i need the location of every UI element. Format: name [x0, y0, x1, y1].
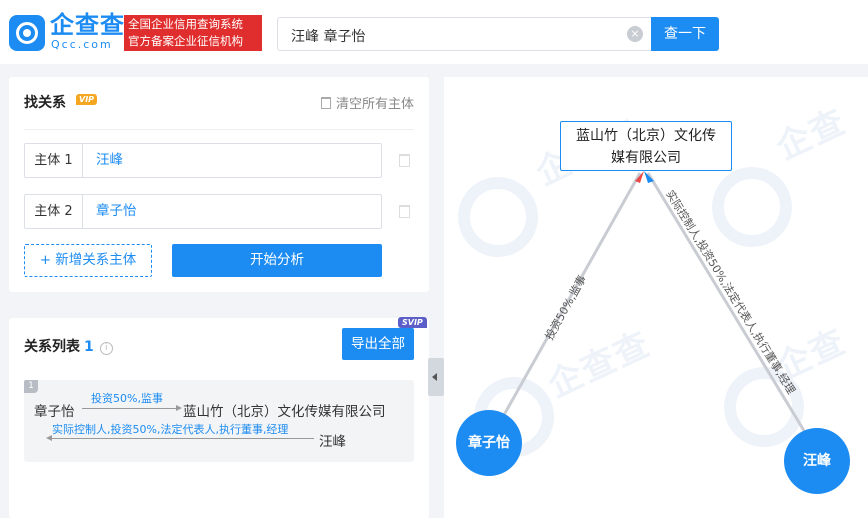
- person-node-zhangziyi[interactable]: 章子怡: [456, 410, 522, 476]
- relation-label-1: 投资50%,监事: [91, 392, 163, 405]
- relation-graph[interactable]: 企查查 企查 企查查 企查 蓝山竹（北京）文化传 媒有限公司 投资50%,监事 …: [444, 77, 868, 518]
- find-relation-panel: 找关系 VIP 清空所有主体 主体 1 汪峰 主体 2 章子怡 + 新增关系主体…: [9, 77, 429, 292]
- add-entity-button[interactable]: + 新增关系主体: [24, 244, 152, 277]
- arrow-line: [50, 438, 314, 439]
- relation-count: 1: [84, 339, 94, 355]
- delete-entity-icon[interactable]: [399, 154, 410, 167]
- top-header: 企查查 Qcc.com 全国企业信用查询系统 官方备案企业征信机构 汪峰 章子怡…: [0, 0, 868, 64]
- entity-value[interactable]: 汪峰: [96, 144, 123, 177]
- entity-label: 主体 2: [25, 195, 83, 228]
- relation-from-person[interactable]: 章子怡: [34, 400, 75, 420]
- relation-index: 1: [24, 380, 38, 393]
- arrow-right-icon: [176, 405, 182, 411]
- search-input[interactable]: 汪峰 章子怡 ×: [277, 17, 651, 51]
- panel-title: 找关系 VIP: [24, 92, 98, 112]
- vip-badge: VIP: [76, 94, 98, 105]
- entity-field-2[interactable]: 主体 2 章子怡: [24, 194, 382, 229]
- arrow-left-icon: [46, 435, 52, 441]
- clear-search-icon[interactable]: ×: [627, 26, 643, 42]
- relation-list-header: 关系列表 1 i: [24, 336, 113, 356]
- logo-domain: Qcc.com: [51, 38, 113, 51]
- relation-list-title: 关系列表: [24, 339, 80, 355]
- relation-to-person[interactable]: 汪峰: [319, 430, 346, 450]
- clear-all-label: 清空所有主体: [335, 97, 414, 112]
- entity-value[interactable]: 章子怡: [96, 195, 137, 228]
- logo-text[interactable]: 企查查: [50, 12, 125, 38]
- company-name-line-1: 蓝山竹（北京）文化传: [576, 128, 716, 144]
- person-node-wangfeng[interactable]: 汪峰: [784, 428, 850, 494]
- relation-list-panel: 关系列表 1 i SVIP 导出全部 1 章子怡 投资50%,监事 蓝山竹（北京）文…: [9, 317, 429, 518]
- company-name-line-2: 媒有限公司: [611, 150, 681, 166]
- relation-label-2: 实际控制人,投资50%,法定代表人,执行董事,经理: [52, 423, 289, 436]
- trash-icon: [320, 97, 331, 109]
- arrow-line: [82, 408, 178, 409]
- relation-card[interactable]: 1 章子怡 投资50%,监事 蓝山竹（北京）文化传媒有限公司 实际控制人,投资5…: [24, 380, 414, 462]
- certification-badge: 全国企业信用查询系统 官方备案企业征信机构: [124, 15, 262, 51]
- start-analysis-button[interactable]: 开始分析: [172, 244, 382, 277]
- company-node[interactable]: 蓝山竹（北京）文化传 媒有限公司: [560, 121, 732, 171]
- delete-entity-icon[interactable]: [399, 205, 410, 218]
- search-input-value: 汪峰 章子怡: [291, 29, 366, 45]
- qcc-logo-icon[interactable]: [9, 15, 45, 51]
- clear-all-button[interactable]: 清空所有主体: [320, 93, 414, 112]
- find-relation-title: 找关系: [24, 95, 66, 111]
- entity-label: 主体 1: [25, 144, 83, 177]
- export-all-button[interactable]: 导出全部: [342, 328, 414, 360]
- relation-company[interactable]: 蓝山竹（北京）文化传媒有限公司: [183, 400, 386, 420]
- search-button[interactable]: 查一下: [651, 17, 719, 51]
- info-icon[interactable]: i: [99, 342, 113, 355]
- badge-line-1: 全国企业信用查询系统: [128, 17, 243, 31]
- entity-field-1[interactable]: 主体 1 汪峰: [24, 143, 382, 178]
- divider: [24, 129, 414, 130]
- svip-badge: SVIP: [398, 317, 427, 328]
- collapse-panel-handle[interactable]: [428, 358, 444, 396]
- badge-line-2: 官方备案企业征信机构: [128, 34, 243, 48]
